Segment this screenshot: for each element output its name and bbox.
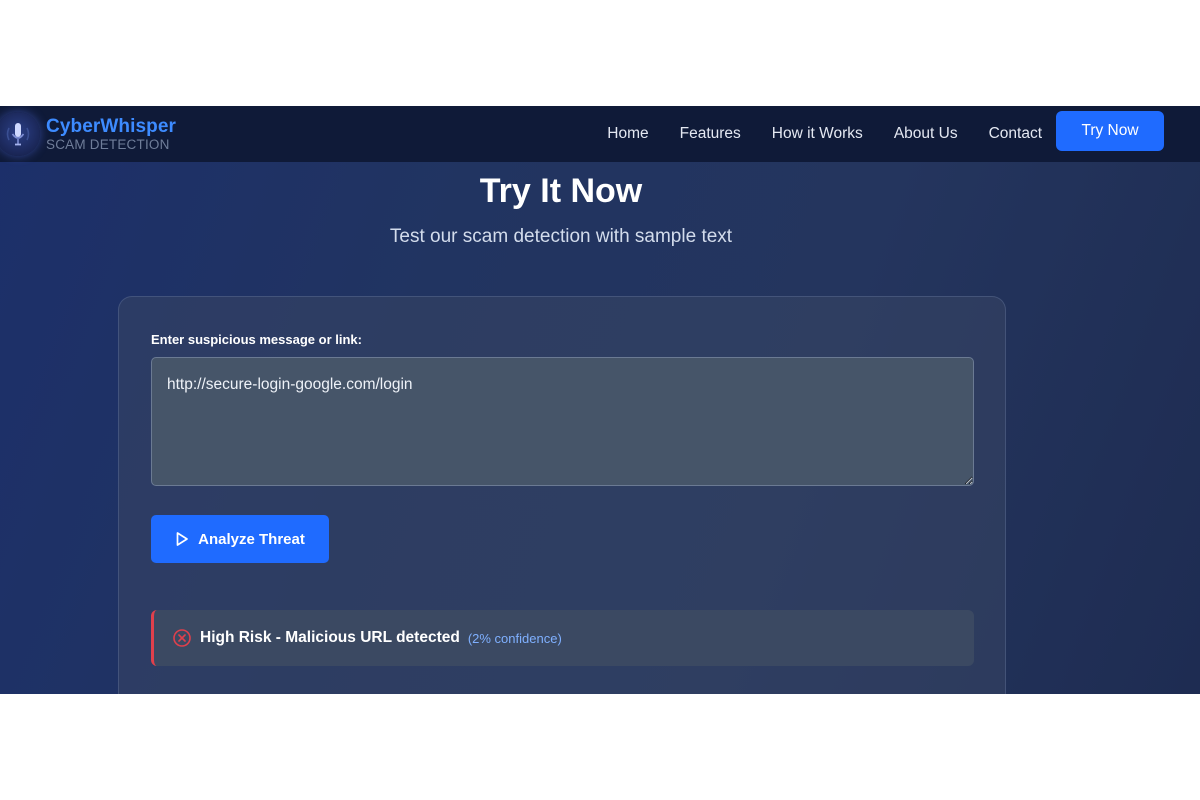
brand-tagline: SCAM DETECTION: [46, 136, 170, 152]
try-now-button[interactable]: Try Now: [1056, 111, 1164, 151]
analyzer-card: Enter suspicious message or link: http:/…: [118, 296, 1006, 694]
analyze-threat-button[interactable]: Analyze Threat: [151, 515, 329, 563]
result-confidence: (2% confidence): [467, 630, 562, 646]
nav-link-contact[interactable]: Contact: [989, 125, 1042, 143]
nav-links: Home Features How it Works About Us Cont…: [576, 106, 1042, 162]
nav-link-features[interactable]: Features: [680, 125, 741, 143]
analyze-threat-label: Analyze Threat: [198, 530, 305, 548]
microphone-icon: [0, 112, 40, 156]
brand[interactable]: CyberWhisper SCAM DETECTION: [0, 106, 176, 162]
navbar: CyberWhisper SCAM DETECTION Home Feature…: [0, 106, 1200, 162]
result-alert: High Risk - Malicious URL detected (2% c…: [151, 610, 974, 666]
message-input[interactable]: http://secure-login-google.com/login: [151, 357, 974, 486]
page-title: Try It Now: [479, 172, 643, 210]
nav-link-about-us[interactable]: About Us: [894, 125, 958, 143]
nav-link-how-it-works[interactable]: How it Works: [772, 125, 863, 143]
brand-text: CyberWhisper SCAM DETECTION: [46, 117, 176, 152]
x-circle-icon: [173, 629, 191, 647]
app-window: CyberWhisper SCAM DETECTION Home Feature…: [0, 106, 1200, 694]
page-subtitle: Test our scam detection with sample text: [389, 226, 733, 247]
play-icon: [176, 532, 188, 546]
nav-link-home[interactable]: Home: [607, 125, 648, 143]
result-text: High Risk - Malicious URL detected: [200, 629, 460, 646]
message-input-label: Enter suspicious message or link:: [151, 332, 362, 347]
brand-name: CyberWhisper: [46, 115, 177, 137]
